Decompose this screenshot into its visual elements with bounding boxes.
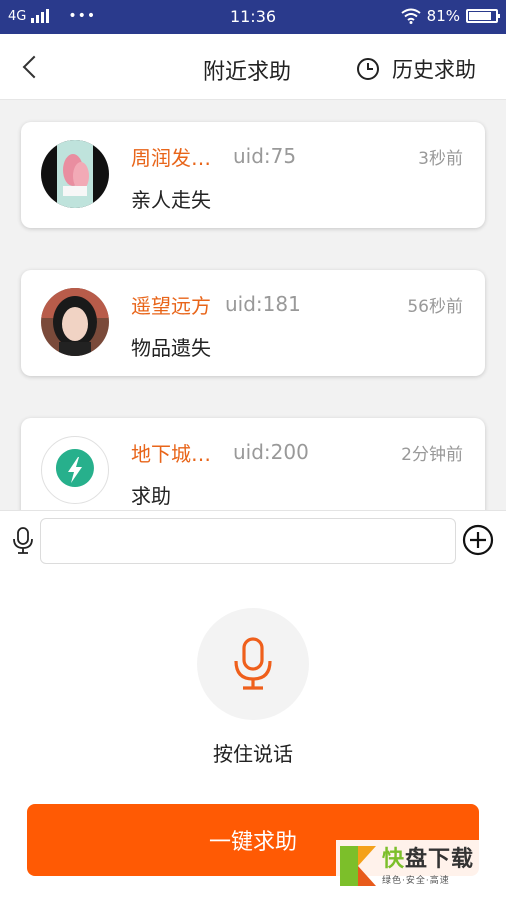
microphone-icon xyxy=(234,637,272,690)
battery-percent: 81% xyxy=(426,7,460,25)
requester-uid: uid:200 xyxy=(233,440,309,464)
hold-to-talk-label: 按住说话 xyxy=(213,742,293,766)
logo-icon xyxy=(340,846,376,886)
message-input-bar xyxy=(0,510,506,570)
page-title: 附近求助 xyxy=(203,60,292,85)
clock-icon xyxy=(357,58,379,80)
watermark-title: 快盘下载 xyxy=(382,846,475,872)
wifi-icon xyxy=(401,8,421,24)
request-card[interactable]: 周润发… uid:75 3秒前 亲人走失 xyxy=(21,122,485,228)
avatar xyxy=(41,288,109,356)
request-time: 2分钟前 xyxy=(401,445,463,465)
request-time: 56秒前 xyxy=(407,297,463,317)
nav-bar: 附近求助 历史求助 xyxy=(0,34,506,100)
lightning-icon xyxy=(55,449,94,487)
chevron-left-icon[interactable] xyxy=(20,54,44,80)
requester-name: 周润发… xyxy=(131,146,211,170)
request-type: 求助 xyxy=(131,484,171,508)
history-button[interactable]: 历史求助 xyxy=(356,54,476,84)
request-list[interactable]: 周润发… uid:75 3秒前 亲人走失 遥望远方 uid:181 56秒前 物… xyxy=(0,100,506,510)
requester-uid: uid:181 xyxy=(225,292,301,316)
request-time: 3秒前 xyxy=(418,149,463,169)
watermark-subtitle: 绿色·安全·高速 xyxy=(382,875,450,886)
request-type: 亲人走失 xyxy=(131,188,211,212)
message-input[interactable] xyxy=(40,518,456,564)
request-card[interactable]: 遥望远方 uid:181 56秒前 物品遗失 xyxy=(21,270,485,376)
requester-name: 地下城… xyxy=(131,442,211,466)
history-label: 历史求助 xyxy=(392,58,476,82)
request-card[interactable]: 地下城… uid:200 2分钟前 求助 xyxy=(21,418,485,510)
plus-circle-icon[interactable] xyxy=(462,524,494,556)
avatar xyxy=(41,436,109,504)
watermark-logo: 快盘下载 绿色·安全·高速 xyxy=(336,840,502,892)
status-bar: 4G ••• 11:36 81% xyxy=(0,0,506,34)
status-right: 81% xyxy=(401,7,500,25)
avatar xyxy=(41,140,109,208)
request-type: 物品遗失 xyxy=(131,336,211,360)
requester-uid: uid:75 xyxy=(233,144,297,168)
hold-to-talk-button[interactable] xyxy=(197,608,309,720)
microphone-icon[interactable] xyxy=(12,527,34,555)
requester-name: 遥望远方 xyxy=(131,294,211,318)
battery-icon xyxy=(466,9,500,23)
